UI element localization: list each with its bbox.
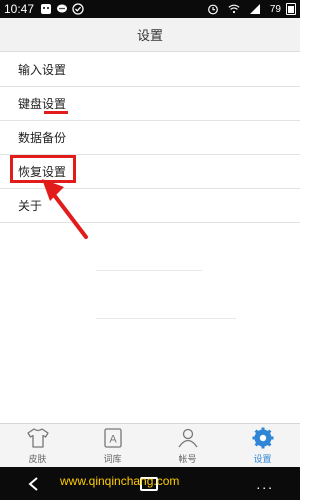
- bottom-tab-bar: 皮肤 A 词库 帐号 设置: [0, 423, 300, 467]
- android-icon: [40, 3, 52, 15]
- letter-a-icon: A: [101, 426, 125, 450]
- tab-label: 词库: [103, 455, 122, 465]
- back-icon[interactable]: [26, 476, 42, 492]
- wifi-icon: [228, 3, 240, 15]
- annotation-underline: [44, 111, 68, 114]
- gear-icon: [251, 426, 275, 450]
- svg-text:A: A: [109, 434, 117, 446]
- menu-icon[interactable]: ...: [256, 476, 274, 492]
- status-time: 10:47: [4, 2, 35, 16]
- divider: [96, 270, 202, 271]
- annotation-arrow-icon: [42, 179, 88, 239]
- tab-dictionary[interactable]: A 词库: [75, 424, 150, 467]
- battery-icon: [286, 3, 296, 15]
- tab-account[interactable]: 帐号: [150, 424, 225, 467]
- menu-item-keyboard-settings[interactable]: 键盘设置: [0, 87, 300, 121]
- tab-label: 设置: [253, 455, 272, 465]
- tab-label: 帐号: [178, 455, 197, 465]
- menu-item-label: 键盘设置: [18, 97, 67, 111]
- check-icon: [72, 3, 84, 15]
- menu-item-label: 关于: [18, 199, 43, 213]
- menu-item-label: 输入设置: [18, 63, 67, 77]
- tshirt-icon: [26, 426, 50, 450]
- message-icon: [56, 3, 68, 15]
- alarm-icon: [207, 3, 219, 15]
- menu-item-data-backup[interactable]: 数据备份: [0, 121, 300, 155]
- menu-item-label: 数据备份: [18, 131, 67, 145]
- divider: [96, 318, 236, 319]
- status-right: 79: [207, 3, 296, 15]
- status-bar: 10:47 79: [0, 0, 300, 18]
- tab-skin[interactable]: 皮肤: [0, 424, 75, 467]
- page-title: 设置: [136, 29, 163, 44]
- page-header: 设置: [0, 18, 300, 52]
- watermark: www.qinqinchang.com: [60, 474, 180, 488]
- menu-item-input-settings[interactable]: 输入设置: [0, 53, 300, 87]
- tab-label: 皮肤: [28, 455, 47, 465]
- battery-level: 79: [269, 3, 281, 15]
- user-icon: [176, 426, 200, 450]
- tab-settings[interactable]: 设置: [225, 424, 300, 467]
- signal-icon: [249, 3, 261, 15]
